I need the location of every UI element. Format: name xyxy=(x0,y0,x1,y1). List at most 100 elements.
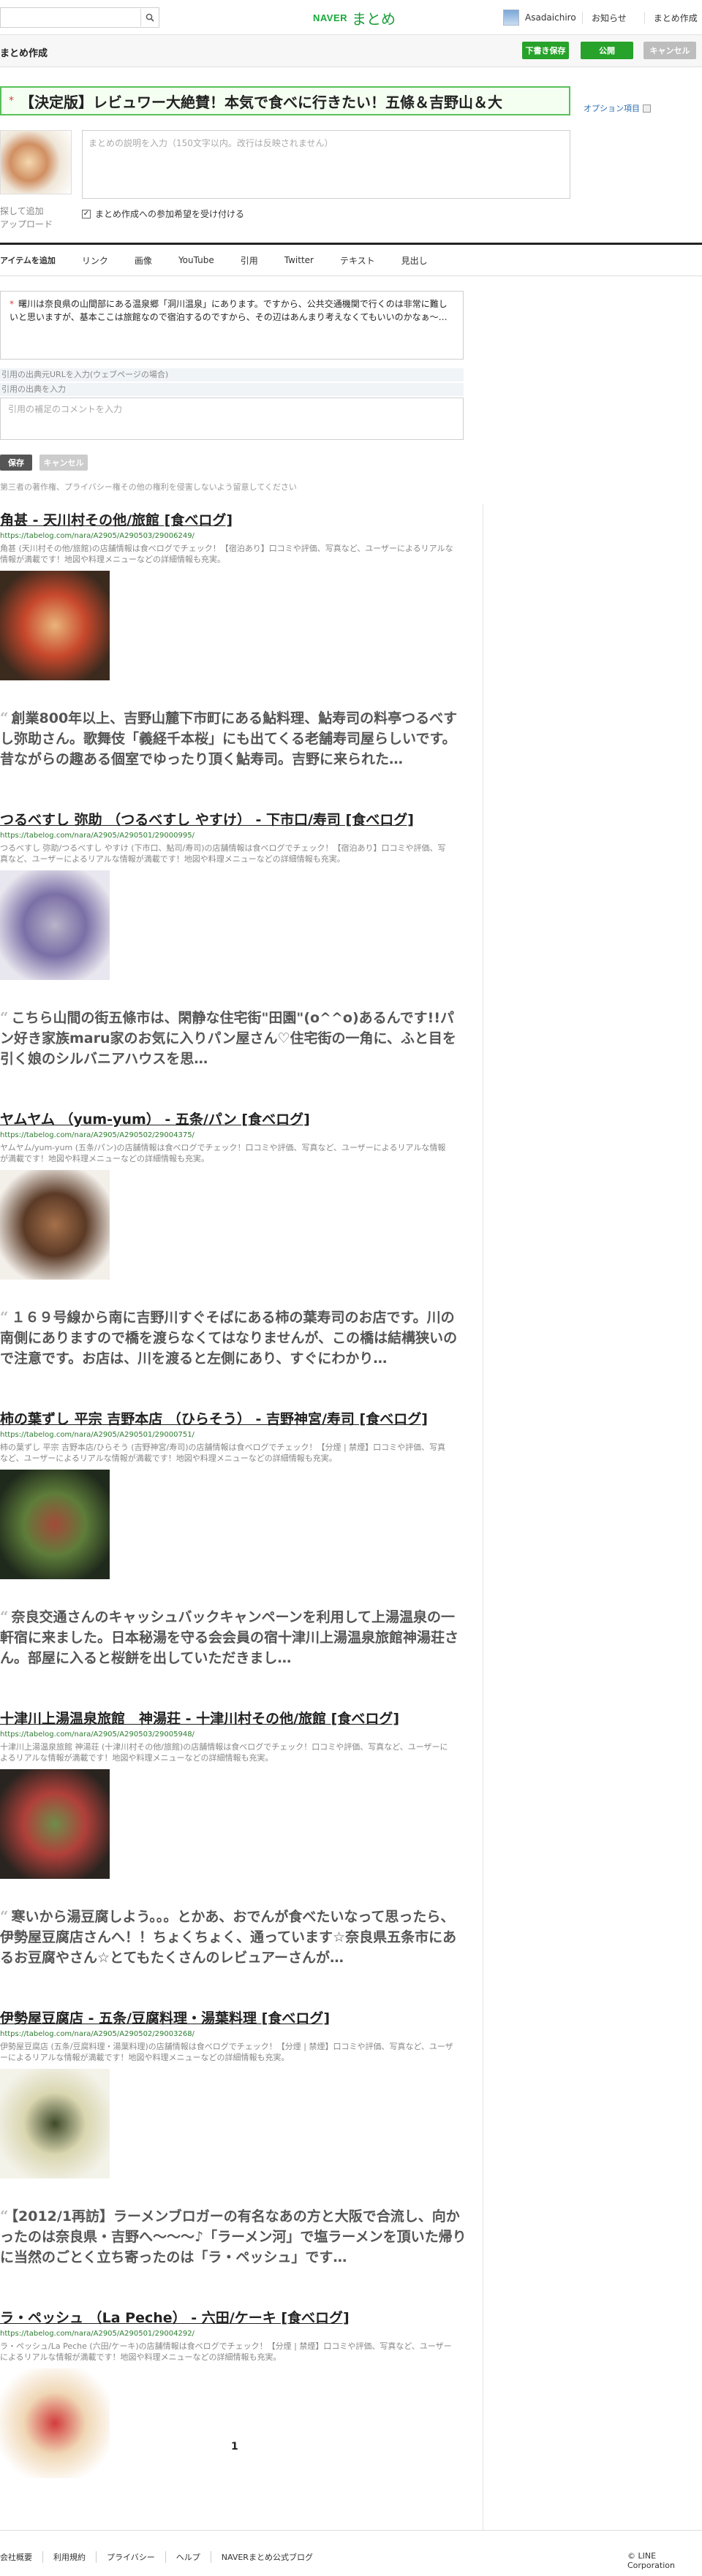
publish-button[interactable]: 公開 xyxy=(581,42,633,59)
thumb-search-link[interactable]: 探して追加 xyxy=(0,205,53,218)
thumb-upload-link[interactable]: アップロード xyxy=(0,218,53,231)
quote-body: “【2012/1再訪】ラーメンブロガーの有名なあの方と大阪で合流し、向かったのは… xyxy=(0,2205,468,2268)
page-number[interactable]: 1 xyxy=(231,2441,238,2452)
link-url[interactable]: https://tabelog.com/nara/A2905/A290503/2… xyxy=(0,531,468,542)
link-thumbnail[interactable] xyxy=(0,2368,110,2478)
required-mark: * xyxy=(9,95,14,107)
header-link-news[interactable]: お知らせ xyxy=(582,11,627,24)
quote-text-value: 曙川は奈良県の山間部にある温泉郷「洞川温泉」にあります。ですから、公共交通機関で… xyxy=(10,299,448,322)
link-title[interactable]: ラ・ペッシュ （La Peche） - 六田/ケーキ [食べログ] xyxy=(0,2309,468,2327)
link-title[interactable]: つるべすし 弥助 （つるべすし やすけ） - 下市口/寿司 [食べログ] xyxy=(0,811,468,829)
link-description: ラ・ペッシュ/La Peche (六田/ケーキ)の店舗情報は食べログでチェック！… xyxy=(0,2341,452,2362)
comment-textarea[interactable]: 引用の補足のコメントを入力 xyxy=(0,398,464,440)
matome-title-text: 【決定版】レビュワー大絶賛！本気で食べに行きたい！五條＆吉野山＆大 xyxy=(20,93,502,111)
quote-item: “寒いから湯豆腐しよう。。。とかあ、おでんが食べたいなって思ったら、伊勢屋豆腐店… xyxy=(0,1906,468,1968)
link-url[interactable]: https://tabelog.com/nara/A2905/A290503/2… xyxy=(0,1730,468,1740)
quote-mark-icon: “ xyxy=(0,709,9,726)
required-mark: * xyxy=(10,299,14,309)
link-thumbnail[interactable] xyxy=(0,1470,110,1579)
link-url[interactable]: https://tabelog.com/nara/A2905/A290502/2… xyxy=(0,1131,468,1141)
option-toggle[interactable]: オプション項目 xyxy=(584,102,651,114)
logo-matome: まとめ xyxy=(352,10,396,28)
link-thumbnail[interactable] xyxy=(0,1769,110,1879)
tab-add-item: アイテムを追加 xyxy=(0,256,56,265)
tab-heading[interactable]: 見出し xyxy=(388,243,441,277)
header-link-create[interactable]: まとめ作成 xyxy=(644,11,698,24)
site-logo[interactable]: NAVER まとめ xyxy=(313,7,396,28)
tab-youtube[interactable]: YouTube xyxy=(165,243,227,277)
quote-body: “創業800年以上、吉野山麓下市町にある鮎料理、鮎寿司の料亭つるべすし弥助さん。… xyxy=(0,707,468,770)
tab-link[interactable]: リンク xyxy=(69,243,121,277)
link-description: 柿の葉ずし 平宗 吉野本店/ひらそう (吉野神宮/寿司)の店舗情報は食べログでチ… xyxy=(0,1443,446,1463)
search-button[interactable] xyxy=(140,9,158,26)
link-url[interactable]: https://tabelog.com/nara/A2905/A290502/2… xyxy=(0,2029,468,2040)
user-name: Asadaichiro xyxy=(525,12,576,23)
footer-link-privacy[interactable]: プライバシー xyxy=(96,2551,165,2563)
link-title[interactable]: ヤムヤム （yum-yum） - 五条/パン [食べログ] xyxy=(0,1111,468,1128)
thumbnail-links: 探して追加 アップロード xyxy=(0,205,53,231)
description-textarea[interactable]: まとめの説明を入力（150文字以内。改行は反映されません） xyxy=(82,130,570,199)
tab-twitter[interactable]: Twitter xyxy=(271,243,327,277)
link-description: 角甚 (天川村その他/旅館)の店舗情報は食べログでチェック！【宿泊あり】口コミや… xyxy=(0,544,453,564)
footer-link-blog[interactable]: NAVERまとめ公式ブログ xyxy=(210,2551,323,2563)
link-title[interactable]: 角甚 - 天川村その他/旅館 [食べログ] xyxy=(0,512,468,529)
quote-text: 奈良交通さんのキャッシュバックキャンペーンを利用して上湯温泉の一軒宿に来ました。… xyxy=(0,1609,459,1666)
link-title[interactable]: 柿の葉ずし 平宗 吉野本店 （ひらそう） - 吉野神宮/寿司 [食べログ] xyxy=(0,1410,468,1428)
link-url[interactable]: https://tabelog.com/nara/A2905/A290501/2… xyxy=(0,1430,468,1440)
logo-naver: NAVER xyxy=(313,12,348,23)
source-name-input[interactable]: 引用の出典を入力 xyxy=(0,383,464,396)
tab-quote[interactable]: 引用 xyxy=(227,243,271,277)
participate-checkbox[interactable]: ✓ xyxy=(82,209,91,219)
link-description: 十津川上湯温泉旅館 神湯荘 (十津川村その他/旅館)の店舗情報は食べログでチェッ… xyxy=(0,1742,448,1763)
cancel-button[interactable]: キャンセル xyxy=(644,42,696,59)
footer-link-terms[interactable]: 利用規約 xyxy=(42,2551,96,2563)
link-thumbnail[interactable] xyxy=(0,870,110,980)
quote-mark-icon: “ xyxy=(0,1308,9,1326)
option-checkbox[interactable] xyxy=(643,104,651,113)
quote-mark-icon: “ xyxy=(0,1907,9,1925)
matome-title-input[interactable]: * 【決定版】レビュワー大絶賛！本気で食べに行きたい！五條＆吉野山＆大 xyxy=(0,86,570,115)
quote-mark-icon: “ xyxy=(0,2207,9,2224)
tab-text[interactable]: テキスト xyxy=(327,243,388,277)
quote-text: 寒いから湯豆腐しよう。。。とかあ、おでんが食べたいなって思ったら、伊勢屋豆腐店さ… xyxy=(0,1909,457,1966)
save-button[interactable]: 保存 xyxy=(0,455,32,471)
link-url[interactable]: https://tabelog.com/nara/A2905/A290501/2… xyxy=(0,831,468,841)
quote-text: １６９号線から南に吉野川すぐそばにある柿の葉寿司のお店です。川の南側にありますの… xyxy=(0,1310,458,1367)
quote-body: “寒いから湯豆腐しよう。。。とかあ、おでんが食べたいなって思ったら、伊勢屋豆腐店… xyxy=(0,1906,468,1968)
link-url[interactable]: https://tabelog.com/nara/A2905/A290501/2… xyxy=(0,2329,468,2339)
user-menu[interactable]: Asadaichiro xyxy=(503,7,576,28)
tab-image[interactable]: 画像 xyxy=(121,243,165,277)
link-item: 角甚 - 天川村その他/旅館 [食べログ] https://tabelog.com… xyxy=(0,512,468,680)
link-thumbnail[interactable] xyxy=(0,571,110,680)
link-description: つるべすし 弥助/つるべすし やすけ (下市口、鮎司/寿司)の店舗情報は食べログ… xyxy=(0,843,446,864)
save-draft-button[interactable]: 下書き保存 xyxy=(522,42,569,59)
quote-item-editor: * 曙川は奈良県の山間部にある温泉郷「洞川温泉」にあります。ですから、公共交通機関… xyxy=(0,276,483,495)
footer-link-company[interactable]: 会社概要 xyxy=(0,2551,42,2563)
source-url-input[interactable]: 引用の出典元URLを入力(ウェブページの場合) xyxy=(0,368,464,381)
search-input[interactable] xyxy=(0,7,159,28)
link-title[interactable]: 伊勢屋豆腐店 - 五条/豆腐料理・湯葉料理 [食べログ] xyxy=(0,2010,468,2027)
participate-option[interactable]: ✓ まとめ作成への参加希望を受け付ける xyxy=(82,208,244,220)
quote-textarea[interactable]: * 曙川は奈良県の山間部にある温泉郷「洞川温泉」にあります。ですから、公共交通機関… xyxy=(0,291,464,360)
link-description: 伊勢屋豆腐店 (五条/豆腐料理・湯葉料理)の店舗情報は食べログでチェック！【分煙… xyxy=(0,2042,453,2062)
quote-text: 【2012/1再訪】ラーメンブロガーの有名なあの方と大阪で合流し、向かったのは奈… xyxy=(0,2208,467,2265)
avatar xyxy=(503,10,519,26)
link-item: 伊勢屋豆腐店 - 五条/豆腐料理・湯葉料理 [食べログ] https://tabe… xyxy=(0,2010,468,2178)
footer-link-help[interactable]: ヘルプ xyxy=(165,2551,211,2563)
search-icon xyxy=(146,13,154,22)
link-item: ラ・ペッシュ （La Peche） - 六田/ケーキ [食べログ] https:/… xyxy=(0,2309,468,2478)
thumbnail-image[interactable] xyxy=(0,130,72,194)
link-item: 柿の葉ずし 平宗 吉野本店 （ひらそう） - 吉野神宮/寿司 [食べログ] htt… xyxy=(0,1410,468,1579)
copyright: © LINE Corporation xyxy=(627,2551,675,2570)
cancel-item-button[interactable]: キャンセル xyxy=(39,455,88,471)
item-type-tabs: アイテムを追加 リンク 画像 YouTube 引用 Twitter テキスト 見… xyxy=(0,243,702,276)
participate-label: まとめ作成への参加希望を受け付ける xyxy=(95,209,245,219)
link-title[interactable]: 十津川上湯温泉旅館 神湯荘 - 十津川村その他/旅館 [食べログ] xyxy=(0,1710,468,1728)
quote-body: “１６９号線から南に吉野川すぐそばにある柿の葉寿司のお店です。川の南側にあります… xyxy=(0,1307,468,1369)
link-item: 十津川上湯温泉旅館 神湯荘 - 十津川村その他/旅館 [食べログ] https:/… xyxy=(0,1710,468,1879)
footer: 会社概要 利用規約 プライバシー ヘルプ NAVERまとめ公式ブログ © LIN… xyxy=(0,2530,702,2576)
link-thumbnail[interactable] xyxy=(0,2069,110,2178)
link-thumbnail[interactable] xyxy=(0,1170,110,1280)
quote-mark-icon: “ xyxy=(0,1008,9,1026)
quote-item: “創業800年以上、吉野山麓下市町にある鮎料理、鮎寿司の料亭つるべすし弥助さん。… xyxy=(0,707,468,770)
